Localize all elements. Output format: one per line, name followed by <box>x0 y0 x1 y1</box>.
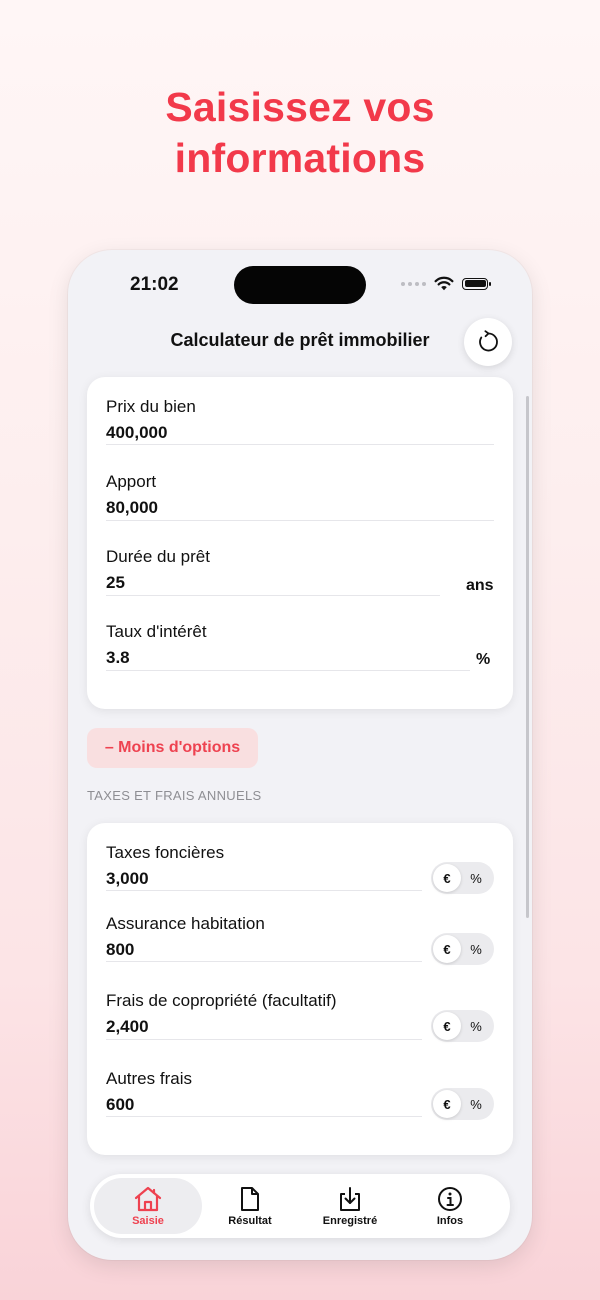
tab-label: Enregistré <box>322 1214 378 1227</box>
cellular-signal-icon <box>401 281 426 286</box>
down-payment-input[interactable]: 80,000 <box>106 498 158 518</box>
unit-toggle[interactable]: € % <box>431 862 494 894</box>
fee-underline <box>106 890 422 891</box>
tab-enregistre[interactable]: Enregistré <box>296 1178 404 1234</box>
tab-resultat[interactable]: Résultat <box>196 1178 304 1234</box>
fee-underline <box>106 961 422 962</box>
duration-underline <box>106 595 440 596</box>
euro-option[interactable]: € <box>433 1090 461 1118</box>
fee-field-property-tax[interactable]: Taxes foncières 3,000 <box>106 843 224 889</box>
promo-headline: Saisissez vos informations <box>0 82 600 184</box>
euro-option[interactable]: € <box>433 864 461 892</box>
fee-input[interactable]: 600 <box>106 1095 192 1115</box>
fewer-options-button[interactable]: – Moins d'options <box>87 728 258 768</box>
battery-icon <box>462 277 491 290</box>
price-input[interactable]: 400,000 <box>106 423 196 443</box>
fee-input[interactable]: 800 <box>106 940 265 960</box>
refresh-icon <box>479 330 498 352</box>
rate-label: Taux d'intérêt <box>106 622 207 641</box>
fee-input[interactable]: 2,400 <box>106 1017 337 1037</box>
tab-label: Saisie <box>132 1214 164 1227</box>
price-underline <box>106 444 494 445</box>
headline-line-2: informations <box>174 135 426 181</box>
duration-input[interactable]: 25 <box>106 573 210 593</box>
refresh-button[interactable] <box>464 318 512 366</box>
down-payment-underline <box>106 520 494 521</box>
price-field[interactable]: Prix du bien 400,000 <box>106 397 196 443</box>
price-label: Prix du bien <box>106 397 196 416</box>
download-tray-icon <box>340 1186 360 1211</box>
rate-field[interactable]: Taux d'intérêt 3.8 <box>106 622 207 668</box>
fee-field-other[interactable]: Autres frais 600 <box>106 1069 192 1115</box>
duration-field[interactable]: Durée du prêt 25 <box>106 547 210 593</box>
down-payment-label: Apport <box>106 472 157 491</box>
fee-underline <box>106 1116 422 1117</box>
rate-input[interactable]: 3.8 <box>106 648 207 668</box>
page-title: Calculateur de prêt immobilier <box>170 330 430 350</box>
fees-card: Taxes foncières 3,000 € % Assurance habi… <box>87 823 513 1155</box>
percent-option[interactable]: % <box>462 1012 490 1040</box>
headline-line-1: Saisissez vos <box>165 84 435 130</box>
status-icons <box>401 276 491 291</box>
loan-inputs-card: Prix du bien 400,000 Apport 80,000 Durée… <box>87 377 513 709</box>
scrollbar[interactable] <box>526 396 529 918</box>
fees-section-header: TAXES ET FRAIS ANNUELS <box>87 788 262 803</box>
fee-underline <box>106 1039 422 1040</box>
fee-label: Autres frais <box>106 1069 192 1088</box>
fee-field-home-insurance[interactable]: Assurance habitation 800 <box>106 914 265 960</box>
tab-label: Infos <box>436 1214 464 1227</box>
fee-label: Frais de copropriété (facultatif) <box>106 991 337 1010</box>
fee-input[interactable]: 3,000 <box>106 869 224 889</box>
phone-screen: 21:02 Calculateur de prêt immobilier Pri… <box>68 250 532 1260</box>
unit-toggle[interactable]: € % <box>431 1088 494 1120</box>
home-icon <box>134 1186 162 1211</box>
wifi-icon <box>434 276 454 291</box>
percent-option[interactable]: % <box>462 1090 490 1118</box>
duration-label: Durée du prêt <box>106 547 210 566</box>
tab-label: Résultat <box>228 1214 272 1227</box>
percent-option[interactable]: % <box>462 935 490 963</box>
unit-toggle[interactable]: € % <box>431 933 494 965</box>
dynamic-island <box>234 266 366 304</box>
rate-unit: % <box>476 651 491 668</box>
tab-bar: Saisie Résultat Enregistré Infos <box>90 1174 510 1238</box>
info-icon <box>438 1186 462 1211</box>
rate-underline <box>106 670 470 671</box>
fee-field-condo-fees[interactable]: Frais de copropriété (facultatif) 2,400 <box>106 991 337 1037</box>
duration-unit: ans <box>466 577 494 594</box>
percent-option[interactable]: % <box>462 864 490 892</box>
down-payment-field[interactable]: Apport 80,000 <box>106 472 158 518</box>
tab-infos[interactable]: Infos <box>396 1178 504 1234</box>
status-time: 21:02 <box>130 274 179 295</box>
document-icon <box>241 1186 259 1211</box>
fee-label: Assurance habitation <box>106 914 265 933</box>
unit-toggle[interactable]: € % <box>431 1010 494 1042</box>
euro-option[interactable]: € <box>433 1012 461 1040</box>
tab-saisie[interactable]: Saisie <box>94 1178 202 1234</box>
fee-label: Taxes foncières <box>106 843 225 862</box>
euro-option[interactable]: € <box>433 935 461 963</box>
